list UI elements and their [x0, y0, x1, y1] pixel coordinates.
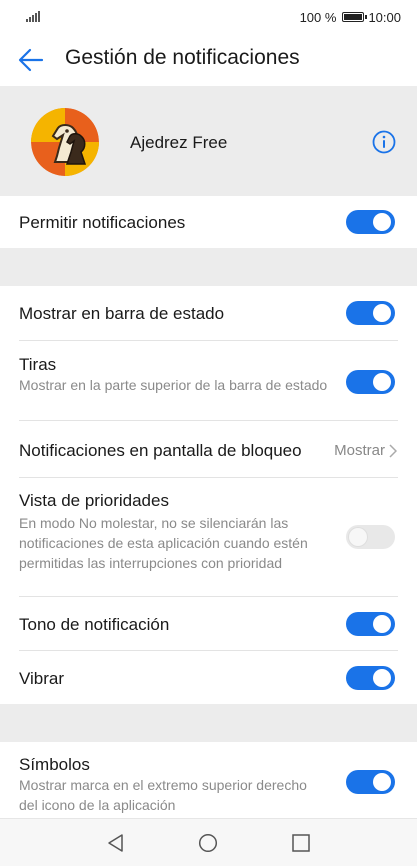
back-arrow-icon[interactable] [18, 47, 44, 73]
battery-percent: 100 % [299, 9, 337, 25]
status-bar: 100 % 10:00 [0, 0, 417, 32]
setting-title: Permitir notificaciones [19, 213, 186, 232]
setting-title: Notificaciones en pantalla de bloqueo [19, 441, 302, 460]
toggle-knob [373, 669, 391, 687]
nav-recent-apps-icon[interactable] [291, 833, 311, 853]
info-icon[interactable] [372, 130, 396, 154]
toggle-knob [349, 528, 367, 546]
toggle-knob [373, 773, 391, 791]
setting-subtitle: En modo No molestar, no se silenciarán l… [19, 515, 308, 571]
setting-subtitle: Mostrar en la parte superior de la barra… [19, 377, 328, 393]
section-spacer [0, 704, 417, 742]
setting-badges[interactable]: Símbolos Mostrar marca en el extremo sup… [0, 742, 417, 818]
setting-title: Tono de notificación [19, 615, 170, 634]
setting-status-bar[interactable]: Mostrar en barra de estado [0, 286, 417, 340]
setting-banners[interactable]: Tiras Mostrar en la parte superior de la… [0, 341, 417, 420]
nav-back-icon[interactable] [106, 833, 126, 853]
notification-tone-toggle[interactable] [346, 612, 395, 636]
chevron-right-icon [389, 444, 397, 458]
clock: 10:00 [368, 9, 401, 25]
toggle-knob [373, 373, 391, 391]
setting-vibrate[interactable]: Vibrar [0, 651, 417, 704]
allow-notifications-toggle[interactable] [346, 210, 395, 234]
setting-title: Vibrar [19, 669, 65, 688]
setting-priority-view[interactable]: Vista de prioridades En modo No molestar… [0, 478, 417, 596]
setting-allow-notifications[interactable]: Permitir notificaciones [0, 196, 417, 248]
nav-home-icon[interactable] [198, 833, 218, 853]
page-title: Gestión de notificaciones [65, 46, 300, 69]
setting-subtitle: Mostrar marca en el extremo superior der… [19, 777, 307, 813]
navigation-bar [0, 818, 417, 866]
setting-notification-tone[interactable]: Tono de notificación [0, 597, 417, 650]
setting-title: Tiras [19, 355, 57, 374]
vibrate-toggle[interactable] [346, 666, 395, 690]
setting-title: Símbolos [19, 755, 90, 774]
status-bar-toggle[interactable] [346, 301, 395, 325]
badges-toggle[interactable] [346, 770, 395, 794]
signal-icon [26, 11, 40, 22]
app-bar: Gestión de notificaciones [0, 32, 417, 86]
setting-title: Mostrar en barra de estado [19, 304, 225, 323]
toggle-knob [373, 615, 391, 633]
battery-icon [342, 12, 368, 22]
chess-app-icon [31, 108, 99, 176]
lock-screen-value: Mostrar [334, 442, 385, 459]
setting-lock-screen[interactable]: Notificaciones en pantalla de bloqueo Mo… [0, 421, 417, 477]
section-spacer [0, 248, 417, 286]
setting-title: Vista de prioridades [19, 491, 169, 510]
banners-toggle[interactable] [346, 370, 395, 394]
toggle-knob [373, 304, 391, 322]
app-header: Ajedrez Free [0, 86, 417, 196]
toggle-knob [373, 213, 391, 231]
app-name: Ajedrez Free [130, 133, 228, 152]
priority-view-toggle[interactable] [346, 525, 395, 549]
